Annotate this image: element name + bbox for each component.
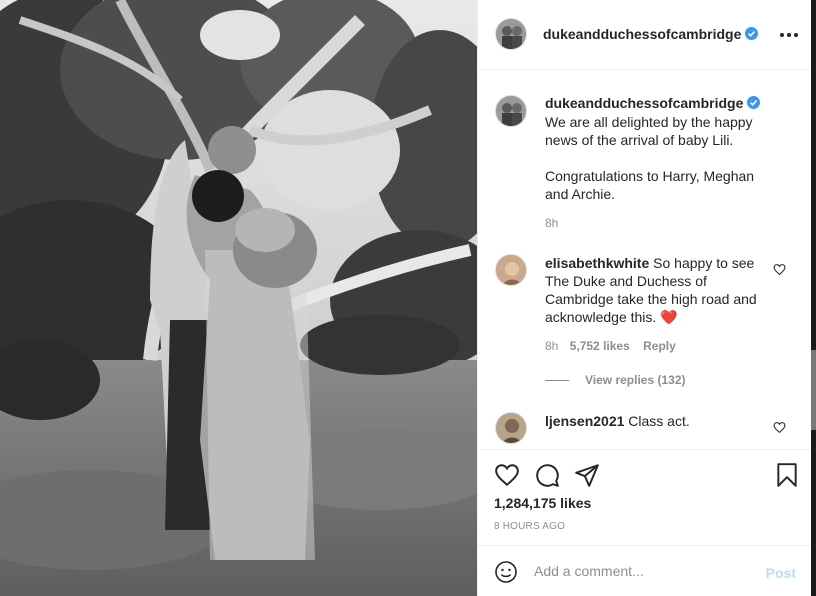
view-replies-button[interactable]: View replies (132): [545, 373, 686, 387]
comment-likes[interactable]: 5,752 likes: [570, 339, 630, 353]
comment-like-icon[interactable]: [773, 263, 786, 276]
caption-line-2: Congratulations to Harry, Meghan and Arc…: [545, 168, 755, 202]
comment-avatar[interactable]: [495, 412, 527, 444]
like-icon[interactable]: [494, 462, 520, 488]
comment-like-icon[interactable]: [773, 421, 786, 434]
photo-image: [0, 0, 477, 596]
caption-avatar[interactable]: [495, 95, 527, 127]
caption-username[interactable]: dukeandduchessofcambridge: [545, 95, 761, 111]
post-header: dukeandduchessofcambridge: [478, 0, 812, 70]
view-replies-label[interactable]: View replies (132): [585, 373, 686, 387]
comment-time: 8h: [545, 339, 559, 353]
comment-icon[interactable]: [534, 462, 560, 488]
window-edge: [811, 0, 816, 596]
add-comment-bar: Post: [478, 545, 812, 596]
author-username[interactable]: dukeandduchessofcambridge: [543, 26, 759, 42]
post-button[interactable]: Post: [766, 565, 796, 581]
comment-input[interactable]: [534, 563, 754, 579]
comment-text: elisabethkwhite So happy to see The Duke…: [545, 254, 775, 326]
verified-icon: [747, 96, 761, 109]
caption-line-1: We are all delighted by the happy news o…: [545, 114, 753, 148]
post-panel: dukeandduchessofcambridge dukeandduchess…: [477, 0, 812, 596]
comment-reply-button[interactable]: Reply: [643, 339, 676, 353]
author-username-text[interactable]: dukeandduchessofcambridge: [543, 26, 741, 42]
caption-text: We are all delighted by the happy news o…: [545, 113, 775, 203]
post-time: 8 HOURS AGO: [494, 521, 566, 532]
comment-body: Class act.: [628, 413, 690, 429]
post-photo[interactable]: [0, 0, 477, 596]
more-options-icon[interactable]: [780, 26, 798, 44]
likes-count[interactable]: 1,284,175 likes: [494, 495, 591, 511]
comment-avatar[interactable]: [495, 254, 527, 286]
action-bar: 1,284,175 likes 8 HOURS AGO: [478, 449, 812, 545]
share-icon[interactable]: [574, 462, 600, 488]
comment-username[interactable]: elisabethkwhite: [545, 255, 649, 271]
comment-text: ljensen2021 Class act.: [545, 412, 775, 430]
verified-icon: [745, 27, 759, 40]
author-avatar[interactable]: [495, 18, 527, 50]
caption-username-text[interactable]: dukeandduchessofcambridge: [545, 95, 743, 111]
comments-section[interactable]: dukeandduchessofcambridge We are all del…: [478, 71, 812, 449]
comment-username[interactable]: ljensen2021: [545, 413, 624, 429]
comment-meta: 8h 5,752 likes Reply: [545, 339, 676, 353]
caption-time: 8h: [545, 216, 559, 230]
emoji-icon[interactable]: [494, 560, 518, 584]
save-icon[interactable]: [774, 462, 800, 488]
